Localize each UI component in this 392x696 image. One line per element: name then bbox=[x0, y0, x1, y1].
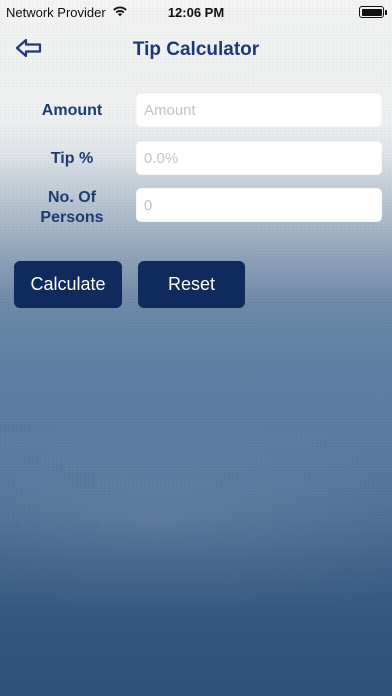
tip-row: Tip % bbox=[0, 140, 392, 176]
amount-label: Amount bbox=[41, 102, 103, 119]
battery-icon bbox=[359, 6, 387, 18]
carrier-label: Network Provider bbox=[6, 4, 106, 20]
amount-row: Amount bbox=[0, 92, 392, 128]
page-title: Tip Calculator bbox=[132, 39, 260, 60]
persons-row: No. Of Persons bbox=[0, 188, 392, 232]
battery-level bbox=[361, 8, 382, 16]
persons-label-line2: Persons bbox=[40, 209, 104, 226]
persons-label: No. Of Persons bbox=[16, 188, 128, 228]
tip-label: Tip % bbox=[50, 150, 94, 167]
status-bar: Network Provider 12:06 PM bbox=[0, 0, 392, 24]
persons-input[interactable] bbox=[136, 188, 382, 222]
reset-button[interactable]: Reset bbox=[138, 261, 245, 308]
wifi-icon bbox=[112, 5, 128, 20]
amount-input[interactable] bbox=[136, 93, 382, 127]
calculate-button[interactable]: Calculate bbox=[14, 261, 122, 308]
persons-label-line1: No. Of bbox=[48, 189, 96, 206]
back-arrow-icon bbox=[15, 37, 43, 64]
back-button[interactable] bbox=[14, 36, 44, 64]
navigation-bar: Tip Calculator bbox=[0, 30, 392, 70]
status-left: Network Provider bbox=[6, 5, 128, 20]
status-time: 12:06 PM bbox=[167, 4, 225, 20]
tip-input[interactable] bbox=[136, 141, 382, 175]
